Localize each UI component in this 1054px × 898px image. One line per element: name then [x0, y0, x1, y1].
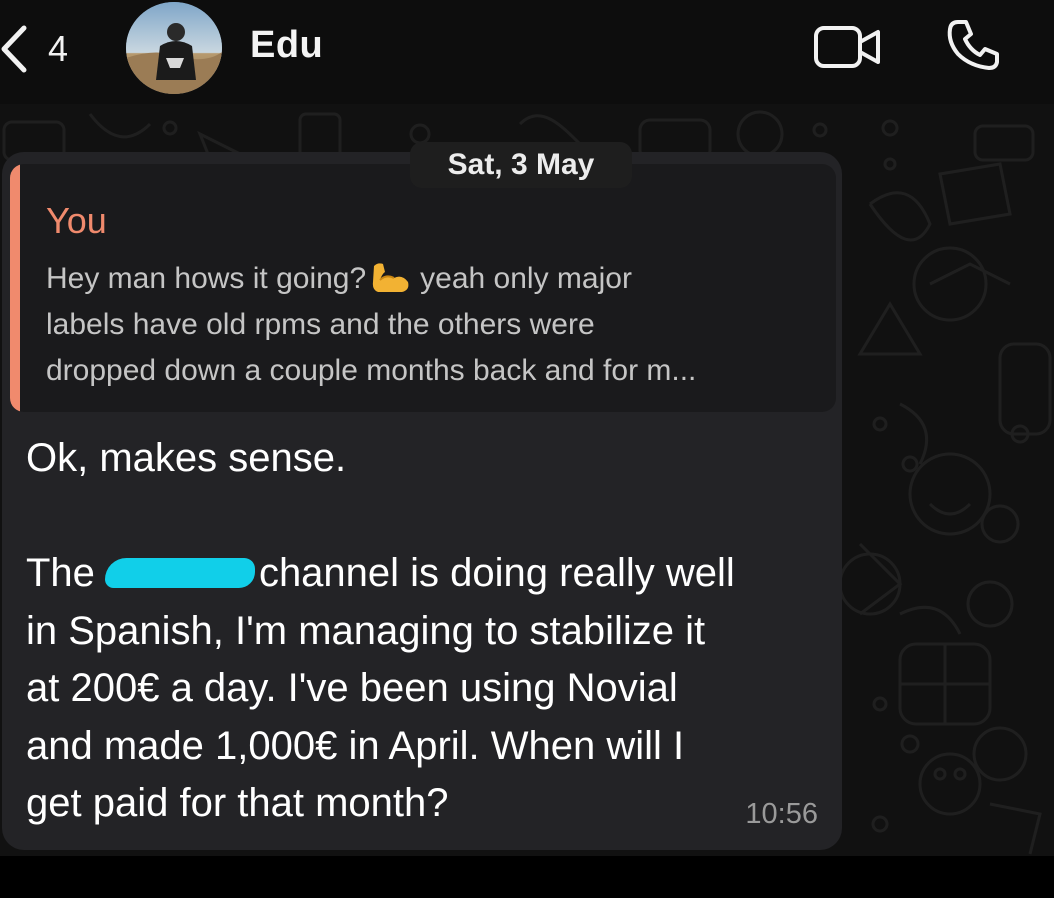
quote-line-text: yeah only major [420, 262, 632, 295]
unread-count: 4 [48, 28, 69, 69]
profile-photo [126, 2, 222, 94]
message-line: get paid for that month? [26, 781, 449, 825]
back-button[interactable]: 4 [0, 14, 100, 84]
phone-icon [947, 20, 999, 70]
message-line-text: channel is doing really well [258, 551, 735, 595]
message-line-text: The [26, 551, 95, 595]
message-line: in Spanish, I'm managing to stabilize it [26, 608, 706, 653]
voice-call-button[interactable] [944, 16, 1002, 74]
avatar[interactable] [126, 2, 222, 94]
flexed-biceps-emoji [373, 263, 409, 292]
message-line: and made 1,000€ in April. When will I [26, 723, 685, 768]
quote-line: labels have old rpms and the others were [46, 308, 595, 341]
quoted-reply[interactable]: You Hey man hows it going? yeah only maj… [10, 164, 836, 412]
message-line-blank [26, 488, 826, 546]
date-separator: Sat, 3 May [410, 142, 632, 188]
chat-header: 4 Edu [0, 0, 1054, 104]
message-line: Ok, makes sense. [26, 436, 347, 480]
quote-accent-bar [10, 164, 20, 412]
quote-line: Hey man hows it going? yeah only major [46, 256, 826, 302]
message-bubble[interactable]: You Hey man hows it going? yeah only maj… [2, 152, 842, 850]
chat-screen: 4 Edu Sat, 3 May You Hey man hows it goi… [0, 0, 1054, 898]
video-call-icon [814, 26, 880, 68]
quote-author: You [46, 200, 107, 241]
message-line: at 200€ a day. I've been using Novial [26, 666, 678, 710]
quote-text: Hey man hows it going? yeah only major l… [46, 256, 826, 394]
chevron-left-icon [1, 25, 27, 73]
bottom-bar [0, 856, 1054, 898]
quote-line-text: Hey man hows it going? [46, 262, 367, 295]
message-timestamp: 10:56 [745, 798, 818, 830]
redaction-scribble [104, 558, 255, 588]
message-text: Ok, makes sense. The channel is doing rea… [26, 430, 826, 833]
message-line: The channel is doing really well [26, 545, 826, 603]
contact-name[interactable]: Edu [250, 24, 323, 67]
video-call-button[interactable] [812, 22, 884, 72]
quote-line: dropped down a couple months back and fo… [46, 354, 697, 387]
